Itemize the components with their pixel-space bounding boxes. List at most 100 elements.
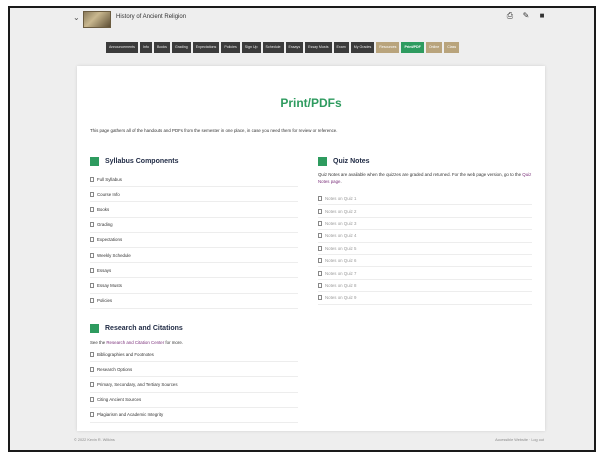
footer-copyright: © 2022 Kevin R. Wilkins	[74, 438, 115, 442]
research-link-label[interactable]: Primary, Secondary, and Tertiary Sources	[97, 382, 178, 387]
syllabus-link-label[interactable]: Expectations	[97, 237, 122, 242]
research-link[interactable]: Bibliographies and Footnotes	[90, 347, 298, 363]
square-icon[interactable]: ■	[538, 12, 546, 20]
nav-item-print-pdf[interactable]: Print/PDF	[401, 42, 424, 53]
research-title: Research and Citations	[105, 325, 183, 332]
page-intro: This page gathers all of the handouts an…	[90, 128, 338, 133]
nav-item-policies[interactable]: Policies	[221, 42, 240, 53]
quiz-note-link[interactable]: Notes on Quiz 3	[318, 218, 532, 231]
syllabus-link[interactable]: Weekly Schedule	[90, 248, 298, 264]
document-icon	[90, 206, 94, 212]
quiz-note-link-label[interactable]: Notes on Quiz 3	[325, 221, 356, 226]
nav-item-schedule[interactable]: Schedule	[262, 42, 284, 53]
syllabus-link-label[interactable]: Policies	[97, 298, 112, 303]
quiz-note-link-label[interactable]: Notes on Quiz 2	[325, 209, 356, 214]
quiz-note-link[interactable]: Notes on Quiz 8	[318, 280, 532, 293]
document-icon	[318, 282, 322, 288]
document-icon	[318, 196, 322, 202]
syllabus-link-label[interactable]: Essay Musts	[97, 283, 122, 288]
quiz-note-link[interactable]: Notes on Quiz 6	[318, 255, 532, 268]
research-link-label[interactable]: Citing Ancient Sources	[97, 397, 141, 402]
document-icon	[318, 220, 322, 226]
syllabus-link[interactable]: Full Syllabus	[90, 172, 298, 188]
syllabus-link-label[interactable]: Essays	[97, 268, 111, 273]
nav-item-my-grades[interactable]: My Grades	[350, 42, 375, 53]
document-icon	[90, 222, 94, 228]
syllabus-link[interactable]: Essays	[90, 263, 298, 279]
nav-item-online[interactable]: Online	[425, 42, 443, 53]
nav-item-expectations[interactable]: Expectations	[192, 42, 220, 53]
research-link[interactable]: Research Options	[90, 362, 298, 378]
nav-item-sign-up[interactable]: Sign Up	[241, 42, 261, 53]
edit-icon[interactable]: ✎	[522, 12, 530, 20]
syllabus-link-label[interactable]: Course Info	[97, 192, 120, 197]
research-link-label[interactable]: Bibliographies and Footnotes	[97, 352, 154, 357]
quiz-heading: Quiz Notes	[318, 157, 370, 166]
quiz-note-link-label[interactable]: Notes on Quiz 1	[325, 196, 356, 201]
nav-item-announcements[interactable]: Announcements	[106, 42, 138, 53]
header-actions: ⎙ ✎ ■	[506, 12, 546, 20]
quiz-note-link-label[interactable]: Notes on Quiz 5	[325, 246, 356, 251]
document-icon	[90, 397, 94, 403]
syllabus-list: Full Syllabus Course Info Books Grading Expe…	[90, 172, 298, 309]
syllabus-link-label[interactable]: Weekly Schedule	[97, 253, 131, 258]
syllabus-link-label[interactable]: Grading	[97, 222, 113, 227]
quiz-note-link-label[interactable]: Notes on Quiz 4	[325, 233, 356, 238]
document-icon	[318, 270, 322, 276]
research-link[interactable]: Primary, Secondary, and Tertiary Sources	[90, 377, 298, 393]
document-icon	[90, 298, 94, 304]
research-center-link[interactable]: Research and Citation Center	[106, 340, 164, 345]
chevron-down-icon[interactable]: ⌄	[73, 13, 80, 22]
syllabus-link[interactable]: Policies	[90, 294, 298, 309]
research-description: See the Research and Citation Center for…	[90, 339, 310, 346]
nav-item-essay-musts[interactable]: Essay Musts	[305, 42, 332, 53]
nav-item-books[interactable]: Books	[153, 42, 170, 53]
syllabus-link[interactable]: Course Info	[90, 187, 298, 203]
quiz-note-link[interactable]: Notes on Quiz 7	[318, 267, 532, 280]
site-logo[interactable]	[83, 11, 111, 28]
syllabus-link-label[interactable]: Books	[97, 207, 109, 212]
section-marker-icon	[90, 324, 99, 333]
research-link[interactable]: Plagiarism and Academic Integrity	[90, 408, 298, 423]
quiz-note-link[interactable]: Notes on Quiz 9	[318, 292, 532, 305]
document-icon	[90, 176, 94, 182]
research-link[interactable]: Citing Ancient Sources	[90, 393, 298, 408]
syllabus-heading: Syllabus Components	[90, 157, 179, 166]
section-marker-icon	[318, 157, 327, 166]
page-title: Print/PDFs	[280, 96, 342, 110]
footer-links[interactable]: Accessible Website · Log out	[495, 438, 544, 442]
syllabus-link[interactable]: Grading	[90, 218, 298, 233]
nav-item-exam[interactable]: Exam	[333, 42, 349, 53]
print-icon[interactable]: ⎙	[506, 12, 514, 20]
research-link-label[interactable]: Research Options	[97, 367, 132, 372]
quiz-note-link[interactable]: Notes on Quiz 1	[318, 193, 532, 206]
site-title[interactable]: History of Ancient Religion	[116, 14, 186, 20]
syllabus-title: Syllabus Components	[105, 158, 179, 165]
nav-item-class[interactable]: Class	[444, 42, 460, 53]
syllabus-link[interactable]: Books	[90, 202, 298, 218]
document-icon	[90, 366, 94, 372]
browser-frame: ⌄ History of Ancient Religion ⎙ ✎ ■ Anno…	[8, 6, 596, 452]
quiz-note-link[interactable]: Notes on Quiz 5	[318, 243, 532, 255]
syllabus-link[interactable]: Expectations	[90, 233, 298, 248]
nav-item-essays[interactable]: Essays	[285, 42, 304, 53]
quiz-note-link[interactable]: Notes on Quiz 2	[318, 205, 532, 218]
research-heading: Research and Citations	[90, 324, 183, 333]
nav-item-grading[interactable]: Grading	[171, 42, 191, 53]
research-list: Bibliographies and Footnotes Research Opt…	[90, 347, 298, 423]
quiz-note-link-label[interactable]: Notes on Quiz 9	[325, 295, 356, 300]
quiz-note-link-label[interactable]: Notes on Quiz 6	[325, 258, 356, 263]
nav-item-resources[interactable]: Resources	[376, 42, 400, 53]
site-header: ⌄ History of Ancient Religion ⎙ ✎ ■	[10, 8, 594, 30]
quiz-note-link-label[interactable]: Notes on Quiz 7	[325, 271, 356, 276]
quiz-note-link[interactable]: Notes on Quiz 4	[318, 230, 532, 243]
quiz-desc-text: Quiz Notes are available when the quizze…	[318, 172, 523, 177]
content-card: Print/PDFs This page gathers all of the …	[77, 66, 545, 431]
nav-item-info[interactable]: Info	[139, 42, 152, 53]
document-icon	[90, 267, 94, 273]
syllabus-link-label[interactable]: Full Syllabus	[97, 177, 122, 182]
document-icon	[318, 245, 322, 251]
syllabus-link[interactable]: Essay Musts	[90, 278, 298, 294]
quiz-note-link-label[interactable]: Notes on Quiz 8	[325, 283, 356, 288]
research-link-label[interactable]: Plagiarism and Academic Integrity	[97, 412, 163, 417]
